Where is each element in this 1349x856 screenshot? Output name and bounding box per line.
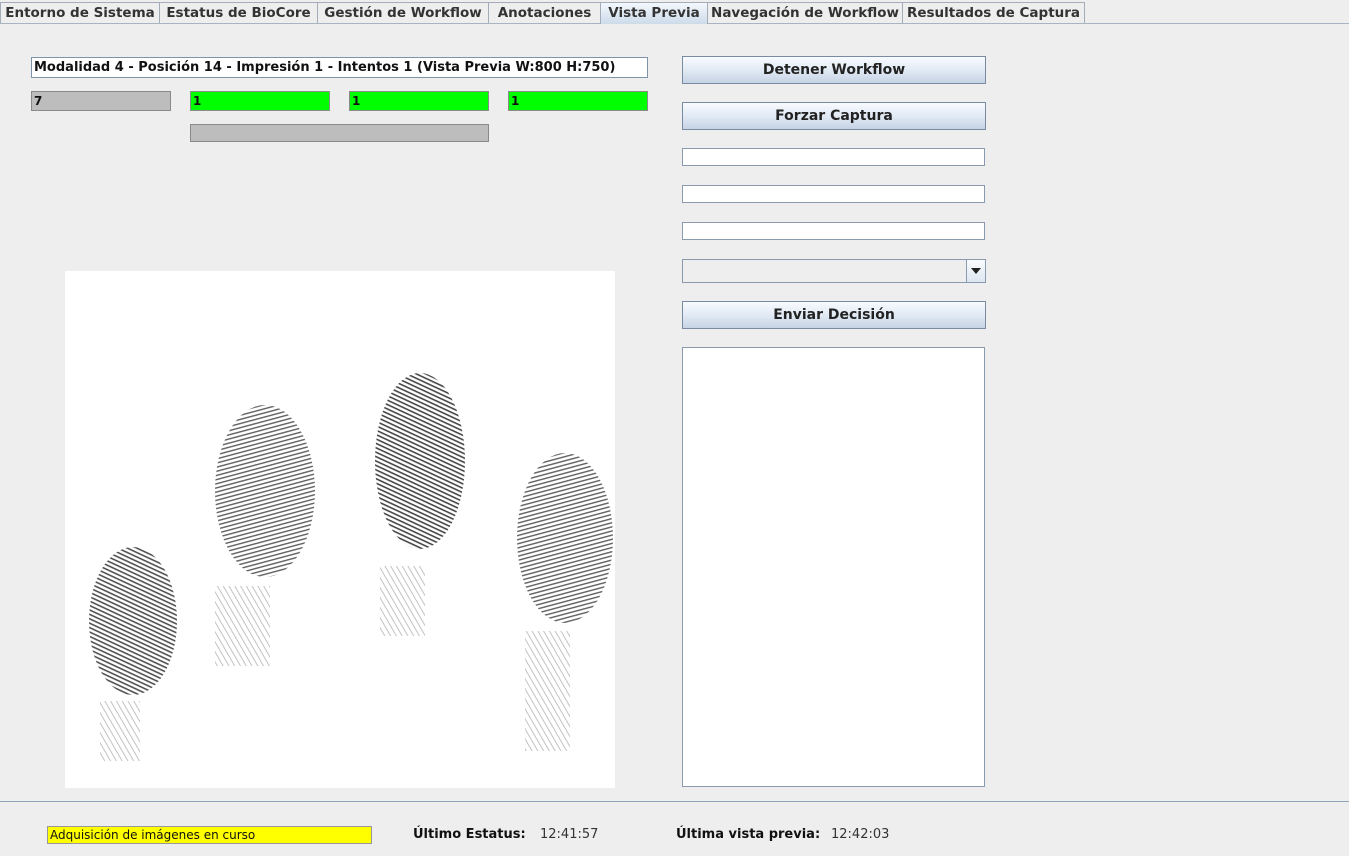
tab-anotaciones[interactable]: Anotaciones: [488, 2, 601, 23]
capture-progress-bar: [190, 124, 489, 142]
log-text-area[interactable]: [682, 347, 985, 787]
tab-gestion-de-workflow[interactable]: Gestión de Workflow: [317, 2, 489, 23]
tab-estatus-de-biocore[interactable]: Estatus de BioCore: [159, 2, 318, 23]
last-status-time: 12:41:57: [540, 827, 599, 842]
fingerprint-ring: [215, 405, 315, 577]
send-decision-button[interactable]: Enviar Decisión: [682, 301, 986, 329]
text-field-2[interactable]: [682, 185, 985, 203]
counter-attempts: 1: [508, 91, 648, 111]
preview-title-field: Modalidad 4 - Posición 14 - Impresión 1 …: [31, 57, 648, 78]
fingerprint-little: [89, 547, 177, 695]
force-capture-button[interactable]: Forzar Captura: [682, 102, 986, 130]
tab-vista-previa[interactable]: Vista Previa: [600, 2, 708, 24]
last-status-label: Último Estatus:: [413, 827, 526, 842]
last-preview-time: 12:42:03: [831, 827, 890, 842]
tab-navegacion-de-workflow[interactable]: Navegación de Workflow: [707, 2, 903, 23]
fingerprint-slap-image: [89, 373, 613, 761]
last-preview-label: Última vista previa:: [676, 827, 821, 842]
preview-image: [65, 271, 615, 788]
fingerprint-index: [517, 453, 613, 623]
tab-resultados-de-captura[interactable]: Resultados de Captura: [902, 2, 1085, 23]
text-field-1[interactable]: [682, 148, 985, 166]
fingerprint-middle: [375, 373, 465, 549]
status-message: Adquisición de imágenes en curso: [47, 826, 372, 844]
chevron-down-icon[interactable]: [966, 260, 985, 282]
decision-dropdown[interactable]: [682, 259, 986, 283]
tab-entorno-de-sistema[interactable]: Entorno de Sistema: [0, 2, 160, 23]
stop-workflow-button[interactable]: Detener Workflow: [682, 56, 986, 84]
counter-modality: 7: [31, 91, 171, 111]
tab-bar: Entorno de Sistema Estatus de BioCore Ge…: [0, 0, 1349, 24]
counter-impression: 1: [349, 91, 489, 111]
text-field-3[interactable]: [682, 222, 985, 240]
counter-position: 1: [190, 91, 330, 111]
status-separator: [0, 801, 1349, 802]
